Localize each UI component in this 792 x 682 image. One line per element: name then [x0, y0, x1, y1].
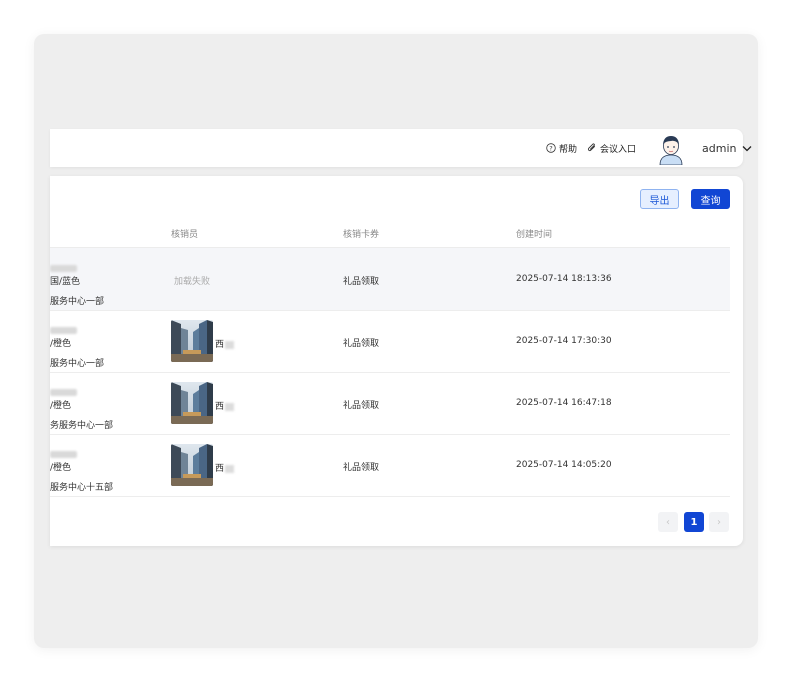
user-menu[interactable]: admin	[702, 129, 752, 167]
row-store-color: /橙色	[50, 401, 72, 411]
page-1-button[interactable]: 1	[684, 512, 704, 532]
blurred-text	[225, 340, 235, 349]
table-row[interactable]: 国/蓝色 服务中心一部 加载失败 礼品领取 2025-07-14 18:13:3…	[50, 248, 730, 311]
top-header: ? 帮助 会议入口 admin	[50, 129, 752, 167]
paperclip-icon	[587, 143, 595, 152]
question-circle-icon: ?	[546, 143, 556, 153]
blurred-text	[50, 389, 77, 396]
row-time: 2025-07-14 18:13:36	[516, 274, 612, 284]
verifier-photo[interactable]	[171, 382, 213, 424]
row-time: 2025-07-14 14:05:20	[516, 460, 612, 470]
next-page-button[interactable]: ›	[709, 512, 729, 532]
table-row[interactable]: /橙色 服务中心十五部 西 礼品领取 2025-07-14 14:05:20	[50, 434, 730, 497]
user-avatar[interactable]	[654, 131, 688, 166]
blurred-text	[225, 402, 235, 411]
verifier-photo[interactable]	[171, 320, 213, 362]
username: admin	[702, 141, 737, 155]
city-buildings-image	[171, 444, 213, 486]
row-time: 2025-07-14 17:30:30	[516, 336, 612, 346]
meeting-entry-link[interactable]: 会议入口	[587, 129, 636, 167]
row-store-color: /橙色	[50, 339, 72, 349]
row-coupon: 礼品领取	[343, 277, 380, 287]
svg-text:?: ?	[549, 144, 552, 152]
image-load-failed-text: 加载失败	[174, 277, 211, 287]
table-header: 核销员 核销卡券 创建时间	[50, 224, 730, 248]
verifier-name: 西	[215, 461, 235, 474]
city-buildings-image	[171, 320, 213, 362]
app-frame: ? 帮助 会议入口 admin 导出 查询 核销员 核销卡券 创建时间 国/蓝色…	[34, 34, 758, 648]
col-created-time: 创建时间	[516, 230, 553, 240]
query-button[interactable]: 查询	[691, 189, 730, 209]
row-store-color: /橙色	[50, 463, 72, 473]
export-button[interactable]: 导出	[640, 189, 679, 209]
row-department: 务服务中心一部	[50, 421, 114, 431]
meeting-label: 会议入口	[600, 144, 637, 155]
table-row[interactable]: /橙色 服务中心一部 西 礼品领取 2025-07-14 17:30:30	[50, 310, 730, 373]
col-verifier: 核销员	[171, 230, 199, 240]
records-card: 导出 查询 核销员 核销卡券 创建时间 国/蓝色 服务中心一部 加载失败 礼品领…	[50, 176, 743, 546]
blurred-text	[50, 265, 77, 272]
table-row[interactable]: /橙色 务服务中心一部 西 礼品领取 2025-07-14 16:47:18	[50, 372, 730, 435]
blurred-text	[225, 464, 235, 473]
row-coupon: 礼品领取	[343, 463, 380, 473]
help-link[interactable]: ? 帮助	[546, 129, 577, 167]
verifier-name: 西	[215, 337, 235, 350]
verifier-name: 西	[215, 399, 235, 412]
row-store-color: 国/蓝色	[50, 277, 81, 287]
blurred-text	[50, 327, 77, 334]
col-coupon: 核销卡券	[343, 230, 380, 240]
avatar-illustration	[654, 131, 688, 166]
prev-page-button[interactable]: ‹	[658, 512, 678, 532]
blurred-text	[50, 451, 77, 458]
row-time: 2025-07-14 16:47:18	[516, 398, 612, 408]
chevron-down-icon	[743, 145, 752, 151]
help-label: 帮助	[559, 144, 578, 155]
city-buildings-image	[171, 382, 213, 424]
row-department: 服务中心十五部	[50, 483, 114, 493]
row-coupon: 礼品领取	[343, 401, 380, 411]
row-coupon: 礼品领取	[343, 339, 380, 349]
row-department: 服务中心一部	[50, 297, 105, 307]
verifier-photo[interactable]	[171, 444, 213, 486]
row-department: 服务中心一部	[50, 359, 105, 369]
